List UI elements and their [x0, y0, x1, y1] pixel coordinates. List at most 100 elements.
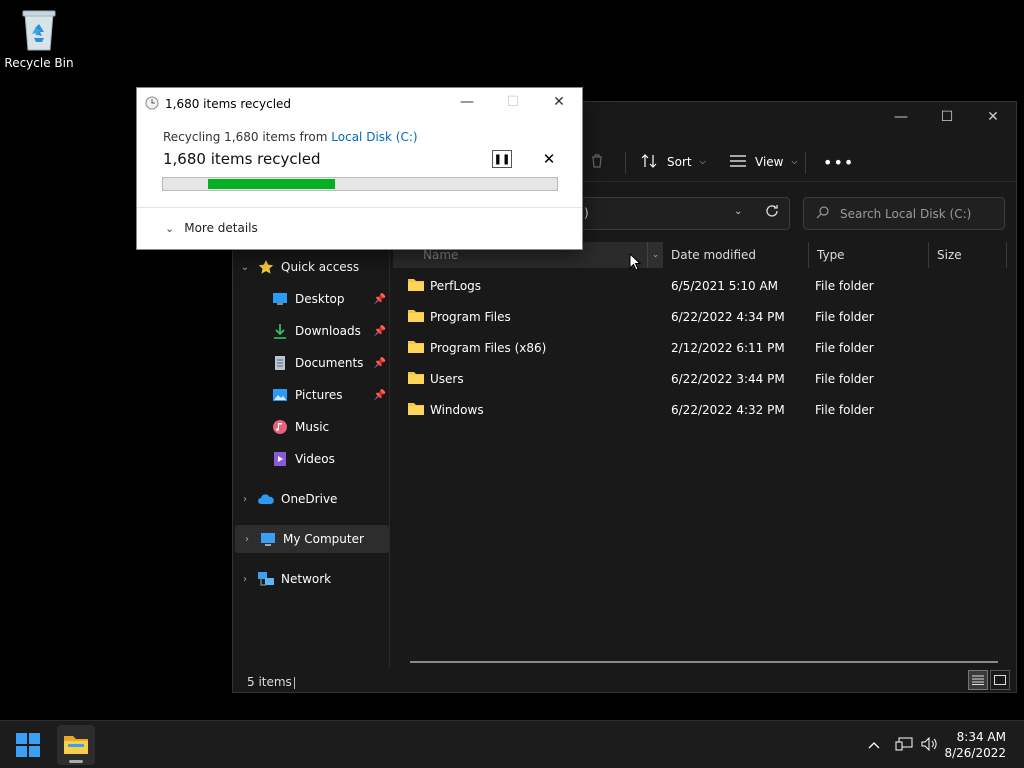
nav-item-desktop[interactable]: Desktop 📌 — [233, 285, 390, 313]
file-type: File folder — [815, 310, 874, 324]
nav-my-computer[interactable]: › My Computer — [235, 525, 389, 553]
file-date: 6/22/2022 3:44 PM — [671, 372, 785, 386]
taskbar-file-explorer[interactable] — [57, 725, 95, 765]
sort-label: Sort — [667, 155, 692, 169]
nav-network[interactable]: › Network — [233, 565, 390, 593]
folder-icon — [408, 402, 424, 418]
close-icon: ✕ — [542, 150, 556, 168]
table-row[interactable]: Users 6/22/2022 3:44 PM File folder — [408, 365, 1008, 393]
progress-fill — [208, 179, 336, 189]
more-details-label: More details — [184, 221, 258, 235]
nav-onedrive[interactable]: › OneDrive — [233, 485, 390, 513]
network-status-icon[interactable] — [890, 737, 918, 754]
recycle-progress-dialog: 1,680 items recycled — ☐ ✕ Recycling 1,6… — [136, 87, 583, 250]
table-row[interactable]: PerfLogs 6/5/2021 5:10 AM File folder — [408, 272, 1008, 300]
volume-icon[interactable] — [918, 736, 942, 754]
close-button[interactable]: ✕ — [970, 102, 1016, 132]
table-row[interactable]: Program Files (x86) 2/12/2022 6:11 PM Fi… — [408, 334, 1008, 362]
tiles-view-icon — [994, 675, 1006, 685]
pin-icon[interactable]: 📌 — [374, 390, 386, 401]
column-header-type[interactable]: Type — [809, 242, 929, 268]
file-date: 6/22/2022 4:32 PM — [671, 403, 785, 417]
progress-bar — [162, 177, 558, 191]
chevron-down-icon[interactable]: ⌄ — [233, 262, 257, 273]
file-type: File folder — [815, 403, 874, 417]
column-header-date[interactable]: Date modified — [663, 242, 809, 268]
address-dropdown-icon[interactable]: ⌄ — [734, 206, 742, 217]
view-button[interactable]: View ⌵ — [729, 150, 798, 174]
nav-label: OneDrive — [281, 492, 338, 506]
nav-label: Videos — [295, 452, 335, 466]
pause-button[interactable]: ❚❚ — [492, 150, 512, 168]
chevron-down-icon: ⌵ — [699, 157, 706, 166]
delete-button[interactable] — [589, 150, 605, 174]
nav-label: Quick access — [281, 260, 360, 274]
chevron-right-icon[interactable]: › — [233, 574, 257, 585]
navigation-pane: ⌄ Quick access Desktop 📌 Downloads 📌 Doc… — [233, 247, 390, 667]
cancel-button[interactable]: ✕ — [541, 150, 557, 168]
trash-icon — [589, 153, 605, 172]
refresh-icon[interactable] — [765, 204, 779, 221]
source-location-link[interactable]: Local Disk (C:) — [331, 130, 417, 144]
tiles-view-button[interactable] — [990, 670, 1010, 690]
more-details-toggle[interactable]: ⌄ More details — [165, 221, 258, 235]
horizontal-scrollbar[interactable] — [410, 661, 998, 663]
recycle-bin-desktop-icon[interactable]: Recycle Bin — [4, 8, 74, 70]
dialog-subtitle: Recycling 1,680 items from Local Disk (C… — [163, 130, 418, 144]
dialog-status-text: 1,680 items recycled — [163, 150, 321, 168]
dialog-window-controls: — ☐ ✕ — [444, 88, 582, 116]
dialog-close-button[interactable]: ✕ — [536, 88, 582, 116]
view-list-icon — [729, 154, 747, 171]
column-label: Size — [937, 248, 962, 262]
download-icon — [271, 323, 289, 339]
folder-icon — [408, 371, 424, 387]
nav-item-music[interactable]: Music — [233, 413, 390, 441]
dialog-title-bar: 1,680 items recycled — [145, 94, 291, 114]
chevron-right-icon[interactable]: › — [233, 494, 257, 505]
nav-label: Network — [281, 572, 332, 586]
column-header-size[interactable]: Size — [929, 242, 1007, 268]
chevron-up-icon[interactable] — [864, 738, 884, 752]
nav-label: Desktop — [295, 292, 345, 306]
minimize-button[interactable]: — — [878, 102, 924, 132]
document-icon — [271, 355, 289, 371]
chevron-down-icon: ⌵ — [791, 157, 798, 166]
file-name: PerfLogs — [430, 279, 482, 293]
dialog-maximize-button: ☐ — [506, 94, 520, 110]
details-view-button[interactable] — [968, 670, 988, 690]
nav-item-downloads[interactable]: Downloads 📌 — [233, 317, 390, 345]
picture-icon — [271, 387, 289, 403]
more-options-button[interactable]: ••• — [823, 150, 854, 174]
search-input[interactable]: Search Local Disk (C:) — [803, 197, 1005, 230]
maximize-button[interactable]: ☐ — [924, 102, 970, 132]
dialog-minimize-button[interactable]: — — [444, 88, 490, 116]
address-text: ) — [584, 206, 589, 220]
table-row[interactable]: Windows 6/22/2022 4:32 PM File folder — [408, 396, 1008, 424]
table-row[interactable]: Program Files 6/22/2022 4:34 PM File fol… — [408, 303, 1008, 331]
sort-button[interactable]: Sort ⌵ — [641, 150, 706, 174]
computer-icon — [259, 531, 277, 547]
nav-item-videos[interactable]: Videos — [233, 445, 390, 473]
nav-item-documents[interactable]: Documents 📌 — [233, 349, 390, 377]
file-name: Users — [430, 372, 464, 386]
nav-quick-access[interactable]: ⌄ Quick access — [233, 253, 390, 281]
chevron-down-icon: ⌄ — [165, 221, 175, 235]
nav-label: Music — [295, 420, 330, 434]
file-type: File folder — [815, 372, 874, 386]
pause-icon: ❚❚ — [493, 153, 511, 165]
file-date: 6/22/2022 4:34 PM — [671, 310, 785, 324]
mouse-cursor — [629, 252, 642, 274]
nav-item-pictures[interactable]: Pictures 📌 — [233, 381, 390, 409]
sort-icon — [641, 153, 659, 172]
taskbar-clock[interactable]: 8:34 AM 8/26/2022 — [944, 729, 1006, 761]
pin-icon[interactable]: 📌 — [374, 294, 386, 305]
nav-label: Downloads — [295, 324, 361, 338]
chevron-right-icon[interactable]: › — [235, 534, 259, 545]
pin-icon[interactable]: 📌 — [374, 358, 386, 369]
start-button[interactable] — [16, 733, 40, 757]
column-dropdown-icon[interactable]: ⌄ — [647, 242, 663, 268]
music-icon — [271, 419, 289, 435]
file-date: 2/12/2022 6:11 PM — [671, 341, 785, 355]
status-divider — [294, 677, 295, 689]
pin-icon[interactable]: 📌 — [374, 326, 386, 337]
